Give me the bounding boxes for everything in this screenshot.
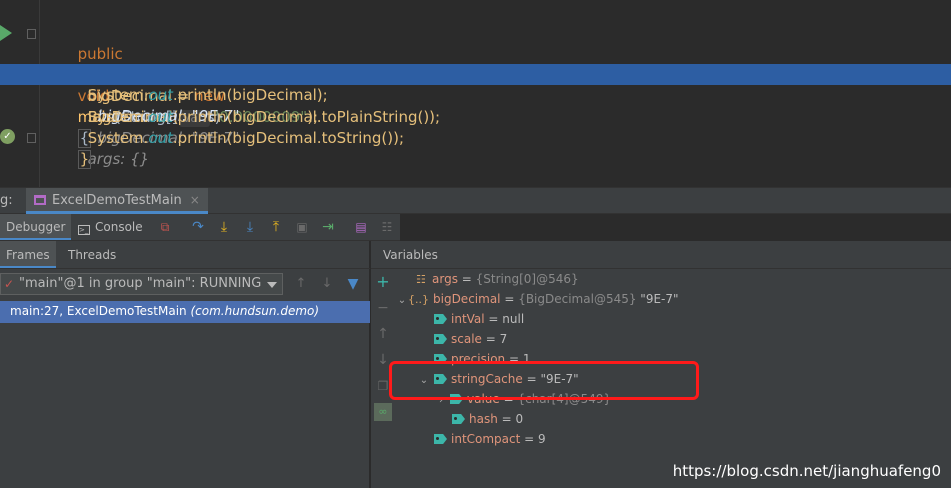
field-tag-icon [452,414,465,424]
var-name: args [432,272,458,286]
run-config-tab[interactable]: ExcelDemoTestMain × [26,188,208,214]
show-watches-icon[interactable]: ∞ [374,403,392,421]
field-tag-icon [434,314,447,324]
object-icon: {..} [408,293,429,306]
frame-package: (com.hundsun.demo) [190,304,320,318]
step-out-icon[interactable]: ⤒ [267,218,285,236]
force-step-into-icon[interactable]: ⤓ [241,218,259,236]
code-line-2[interactable]: BigDecimal bigDecimal = new BigDecimal(v… [0,44,951,147]
trace-stream-icon[interactable]: ☷ [378,218,396,236]
var-value: 9 [538,432,546,446]
var-name: bigDecimal [433,292,501,306]
array-icon: ☷ [416,273,426,286]
filter-icon[interactable]: ▼ [344,276,362,294]
field-tag-icon [434,434,447,444]
tab-debugger-label: Debugger [6,220,66,234]
tab-threads-label: Threads [68,248,117,262]
restore-layout-icon[interactable]: ⧉ [156,218,174,236]
watermark: https://blog.csdn.net/jianghuafeng0 [672,462,941,480]
debugger-toolbar: Debugger >_ Console ⧉ ↷ ⤓ ⤓ ⤒ ▣ ⇥ ▤ ☷ [0,214,400,241]
var-type: {BigDecimal@545} [518,292,637,306]
tab-debugger[interactable]: Debugger [0,214,72,240]
variable-row-hash[interactable]: hash = 0 [452,409,523,429]
var-value: {String[0]@546} [475,272,579,286]
var-value: 7 [499,332,508,346]
variable-row-intcompact[interactable]: intCompact = 9 [434,429,546,449]
debug-tab-bar: g: ExcelDemoTestMain × [0,187,951,214]
variable-row-scale[interactable]: scale = 7 [434,329,507,349]
console-icon: >_ [78,225,90,235]
code-line-5[interactable]: System.out.println(bigDecimal.toString()… [0,107,951,147]
variables-header: Variables [371,241,951,269]
frame-method: main:27, ExcelDemoTestMain [10,304,187,318]
frame-row-selected[interactable]: main:27, ExcelDemoTestMain (com.hundsun.… [0,301,370,323]
chevron-down-icon[interactable]: ⌄ [396,291,408,311]
step-over-icon[interactable]: ↷ [189,218,207,236]
arrow-down-icon[interactable]: ↓ [318,276,336,294]
code-line-6[interactable]: } [0,128,951,169]
run-config-icon [34,195,46,205]
variable-row-bigdecimal[interactable]: ⌄ {..} bigDecimal = {BigDecimal@545} "9E-7… [396,289,679,309]
var-value: "9E-7" [636,292,679,306]
var-name: intCompact [451,432,521,446]
step-into-icon[interactable]: ⤓ [215,218,233,236]
close-icon[interactable]: × [190,193,200,207]
variables-title: Variables [383,248,438,262]
tab-console-label: Console [95,220,143,234]
variable-row-intval[interactable]: intVal = null [434,309,524,329]
frames-panel: Frames Threads ✓ "main"@1 in group "main… [0,241,370,488]
tab-frames-label: Frames [6,248,50,262]
var-value: 0 [515,412,524,426]
tab-console[interactable]: >_ Console [72,214,149,240]
add-watch-icon[interactable]: + [374,273,392,291]
var-name: hash [469,412,498,426]
run-config-label: ExcelDemoTestMain [52,193,182,208]
close-brace: } [77,150,92,169]
annotation-highlight-box [389,361,699,400]
tab-frames[interactable]: Frames [0,241,56,268]
frames-tab-bar: Frames Threads [0,241,370,269]
thread-check-icon: ✓ [4,277,15,291]
tab-threads[interactable]: Threads [62,241,122,268]
thread-selector-value: "main"@1 in group "main": RUNNING [19,276,262,291]
variable-row-args[interactable]: ☷ args = {String[0]@546} [416,269,579,289]
chevron-down-icon [267,282,277,288]
move-up-icon[interactable]: ↑ [374,325,392,343]
code-line-1[interactable]: public static void main(String[] args) {… [0,23,951,168]
code-line-4[interactable]: System.out.println(bigDecimal.toPlainStr… [0,86,951,126]
evaluate-expression-icon[interactable]: ▤ [352,218,370,236]
run-to-cursor-icon[interactable]: ⇥ [319,218,337,236]
code-line-3-execution-point[interactable]: ✓ System.out.println(bigDecimal); bigDec… [0,64,951,144]
remove-watch-icon[interactable]: − [374,299,392,317]
var-name: intVal [451,312,485,326]
var-name: scale [451,332,482,346]
arrow-up-icon[interactable]: ↑ [292,276,310,294]
var-value: null [502,312,525,326]
code-editor[interactable]: public static void main(String[] args) {… [0,0,951,187]
field-tag-icon [434,334,447,344]
drop-frame-icon[interactable]: ▣ [293,218,311,236]
thread-selector[interactable]: ✓ "main"@1 in group "main": RUNNING [0,273,283,295]
debug-label: g: [0,193,13,208]
